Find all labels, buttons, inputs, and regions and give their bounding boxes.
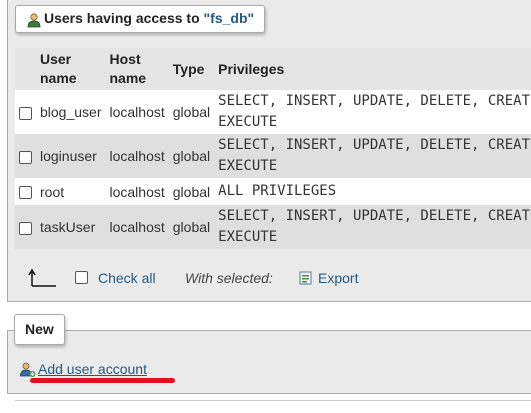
cell-host: localhost xyxy=(105,178,169,205)
row-checkbox[interactable] xyxy=(19,186,32,200)
cell-host: localhost xyxy=(105,134,169,178)
cell-type: global xyxy=(168,205,215,249)
arrow-up-left-icon xyxy=(28,268,58,291)
table-footer: Check all With selected: Export xyxy=(15,266,515,292)
new-panel-title: New xyxy=(14,314,65,345)
cell-privileges: SELECT, INSERT, UPDATE, DELETE, CREATE EX… xyxy=(214,90,531,134)
cell-host: localhost xyxy=(105,90,169,134)
user-privileges-table: User name Host name Type Privileges blog_u… xyxy=(15,48,531,249)
cell-type: global xyxy=(168,178,215,205)
panel-title-db: "fs_db" xyxy=(203,10,255,26)
cell-host: localhost xyxy=(105,205,169,249)
row-checkbox[interactable] xyxy=(19,150,32,164)
highlight-underline xyxy=(30,378,175,383)
export-icon[interactable] xyxy=(298,270,314,289)
header-checkbox xyxy=(15,48,36,90)
header-type: Type xyxy=(168,48,215,90)
header-host-name: Host name xyxy=(105,48,169,90)
panel-title-prefix: Users having access to xyxy=(44,10,204,26)
cell-privileges: SELECT, INSERT, UPDATE, DELETE, CREATE EX… xyxy=(214,205,531,249)
divider xyxy=(15,400,531,401)
check-all-checkbox[interactable] xyxy=(75,271,88,284)
cell-privileges: SELECT, INSERT, UPDATE, DELETE, CREATE EX… xyxy=(214,134,531,178)
table-row: taskUser localhost global SELECT, INSERT… xyxy=(15,205,531,249)
table-row: root localhost global ALL PRIVILEGES xyxy=(15,178,531,205)
cell-user: root xyxy=(36,178,106,205)
export-link[interactable]: Export xyxy=(318,270,358,286)
users-icon xyxy=(27,11,41,36)
header-privileges: Privileges xyxy=(214,48,531,90)
with-selected-label: With selected: xyxy=(185,270,273,286)
add-user-account-label[interactable]: Add user account xyxy=(38,361,147,377)
cell-type: global xyxy=(168,134,215,178)
cell-user: blog_user xyxy=(36,90,106,134)
table-row: blog_user localhost global SELECT, INSER… xyxy=(15,90,531,134)
cell-type: global xyxy=(168,90,215,134)
panel-title: Users having access to "fs_db" xyxy=(15,5,266,36)
row-checkbox[interactable] xyxy=(19,106,32,120)
cell-user: taskUser xyxy=(36,205,106,249)
cell-user: loginuser xyxy=(36,134,106,178)
header-user-name: User name xyxy=(36,48,106,90)
cell-privileges: ALL PRIVILEGES xyxy=(214,178,531,205)
check-all-link[interactable]: Check all xyxy=(98,270,156,286)
row-checkbox[interactable] xyxy=(19,221,32,235)
table-row: loginuser localhost global SELECT, INSER… xyxy=(15,134,531,178)
